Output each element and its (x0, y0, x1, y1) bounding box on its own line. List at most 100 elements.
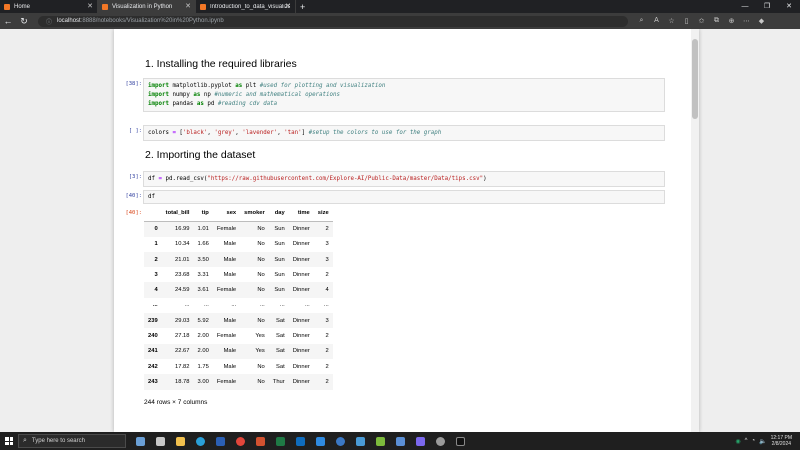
table-cell: ... (184, 302, 190, 309)
back-icon[interactable]: ← (0, 16, 16, 26)
table-cell: No (257, 287, 265, 294)
table-cell: No (257, 226, 265, 233)
table-cell: 3.50 (197, 256, 209, 263)
row-index: 241 (148, 348, 158, 355)
table-cell: Dinner (292, 241, 310, 248)
table-row: ........................ (144, 298, 333, 313)
close-icon[interactable]: ✕ (285, 2, 291, 10)
close-icon[interactable]: ✕ (87, 2, 93, 10)
table-cell: Sat (276, 348, 285, 355)
table-cell: 2 (325, 271, 329, 278)
table-cell: Yes (255, 348, 265, 355)
scrollbar-thumb[interactable] (692, 39, 698, 119)
reload-icon[interactable]: ↻ (16, 16, 32, 27)
column-header: sex (212, 206, 241, 222)
input-prompt: [38]: (125, 81, 142, 87)
table-cell: Female (216, 287, 237, 294)
network-icon[interactable]: ◔ (751, 438, 755, 444)
table-cell: 29.03 (175, 317, 190, 324)
taskbar-apps (130, 432, 470, 450)
outlook-icon[interactable] (290, 432, 310, 450)
windows-taskbar: ⌕ Type here to search ◉ ^ ◔ 🔈 12:17 PM 2… (0, 432, 800, 450)
close-window-icon[interactable]: ✕ (778, 0, 800, 13)
code-cell-imports[interactable]: import matplotlib.pyplot as plt #used fo… (143, 78, 665, 112)
minimize-icon[interactable]: — (734, 0, 756, 13)
maximize-icon[interactable]: ❐ (756, 0, 778, 13)
split-screen-icon[interactable]: ▯ (679, 17, 694, 25)
show-hidden-icons-icon[interactable]: ^ (745, 438, 748, 444)
code-cell-read-csv[interactable]: df = pd.read_csv("https://raw.githubuser… (143, 171, 665, 187)
favorite-star-icon[interactable]: ☆ (664, 17, 679, 25)
more-icon[interactable]: ⋯ (739, 17, 754, 25)
table-cell: No (257, 256, 265, 263)
word-icon[interactable] (210, 432, 230, 450)
row-index: 0 (154, 226, 158, 233)
url-field[interactable]: ⓘ localhost :8888/notebooks/Visualizatio… (38, 15, 628, 27)
file-explorer-icon[interactable] (170, 432, 190, 450)
system-tray: ◉ ^ ◔ 🔈 12:17 PM 2/8/2024 (735, 432, 800, 450)
table-cell: Dinner (292, 287, 310, 294)
table-cell: 1.75 (197, 363, 209, 370)
table-row: 239 29.03 5.92 Male No Sat Dinner 3 (144, 313, 333, 329)
volume-icon[interactable]: 🔈 (759, 438, 766, 445)
extensions-icon[interactable]: ⊕ (724, 17, 739, 25)
input-prompt: [3]: (128, 174, 142, 180)
table-cell: 16.99 (175, 226, 190, 233)
favorites-icon[interactable]: ✩ (694, 17, 709, 25)
chrome-icon[interactable] (230, 432, 250, 450)
copilot-icon[interactable]: ◆ (754, 17, 769, 25)
table-cell: Sun (274, 241, 285, 248)
row-index: 243 (148, 378, 158, 385)
powerpoint-icon[interactable] (250, 432, 270, 450)
info-icon[interactable]: ⓘ (46, 17, 52, 26)
row-index: 4 (154, 287, 158, 294)
table-cell: Male (223, 241, 237, 248)
excel-icon[interactable] (270, 432, 290, 450)
vscode-icon[interactable] (310, 432, 330, 450)
table-cell: 5.92 (197, 317, 209, 324)
widgets-icon[interactable] (130, 432, 150, 450)
table-cell: ... (259, 302, 265, 309)
table-cell: 23.68 (175, 271, 190, 278)
cmd-icon[interactable] (450, 432, 470, 450)
table-cell: 24.59 (175, 287, 190, 294)
code-cell-colors[interactable]: colors = ['black', 'grey', 'lavender', '… (143, 125, 665, 141)
column-header: time (288, 206, 314, 222)
table-cell: Male (223, 317, 237, 324)
zoom-icon[interactable]: ⌕ (634, 17, 649, 25)
notification-center-icon[interactable]: ◉ (735, 438, 740, 445)
table-cell: 2 (325, 226, 329, 233)
new-tab-icon[interactable]: + (300, 2, 305, 12)
read-aloud-icon[interactable]: A (649, 17, 664, 25)
store-icon[interactable] (390, 432, 410, 450)
taskbar-clock[interactable]: 12:17 PM 2/8/2024 (771, 435, 792, 447)
scrollbar[interactable] (691, 29, 699, 432)
taskbar-search[interactable]: ⌕ Type here to search (18, 434, 126, 448)
start-button[interactable] (0, 432, 18, 450)
jupyter-icon (4, 3, 10, 10)
settings-gear-icon[interactable] (430, 432, 450, 450)
photos-icon[interactable] (350, 432, 370, 450)
url-path: :8888/notebooks/Visualization%20in%20Pyt… (80, 18, 224, 24)
tab-home[interactable]: Home ✕ (0, 0, 98, 13)
collections-icon[interactable]: ⧉ (709, 17, 724, 25)
column-header: tip (193, 206, 213, 222)
dataframe-shape: 244 rows × 7 columns (144, 399, 208, 406)
terminal-icon[interactable] (370, 432, 390, 450)
code-cell-df[interactable]: df (143, 190, 665, 204)
table-cell: 2 (325, 363, 329, 370)
tab-introduction[interactable]: Introduction_to_data_visualizati... ✕ (196, 0, 296, 13)
task-view-icon[interactable] (150, 432, 170, 450)
row-index: 239 (148, 317, 158, 324)
tab-visualization[interactable]: Visualization in Python ✕ (98, 0, 196, 13)
section-heading-installing: 1. Installing the required libraries (145, 58, 297, 70)
table-cell: 2 (325, 378, 329, 385)
table-cell: Male (223, 348, 237, 355)
dataframe-table: total_bill tip sex smoker day time size … (144, 206, 333, 390)
edge-icon[interactable] (190, 432, 210, 450)
table-cell: Thur (272, 378, 285, 385)
python-icon[interactable] (330, 432, 350, 450)
close-icon[interactable]: ✕ (185, 2, 191, 10)
table-cell: Dinner (292, 256, 310, 263)
mail-icon[interactable] (410, 432, 430, 450)
